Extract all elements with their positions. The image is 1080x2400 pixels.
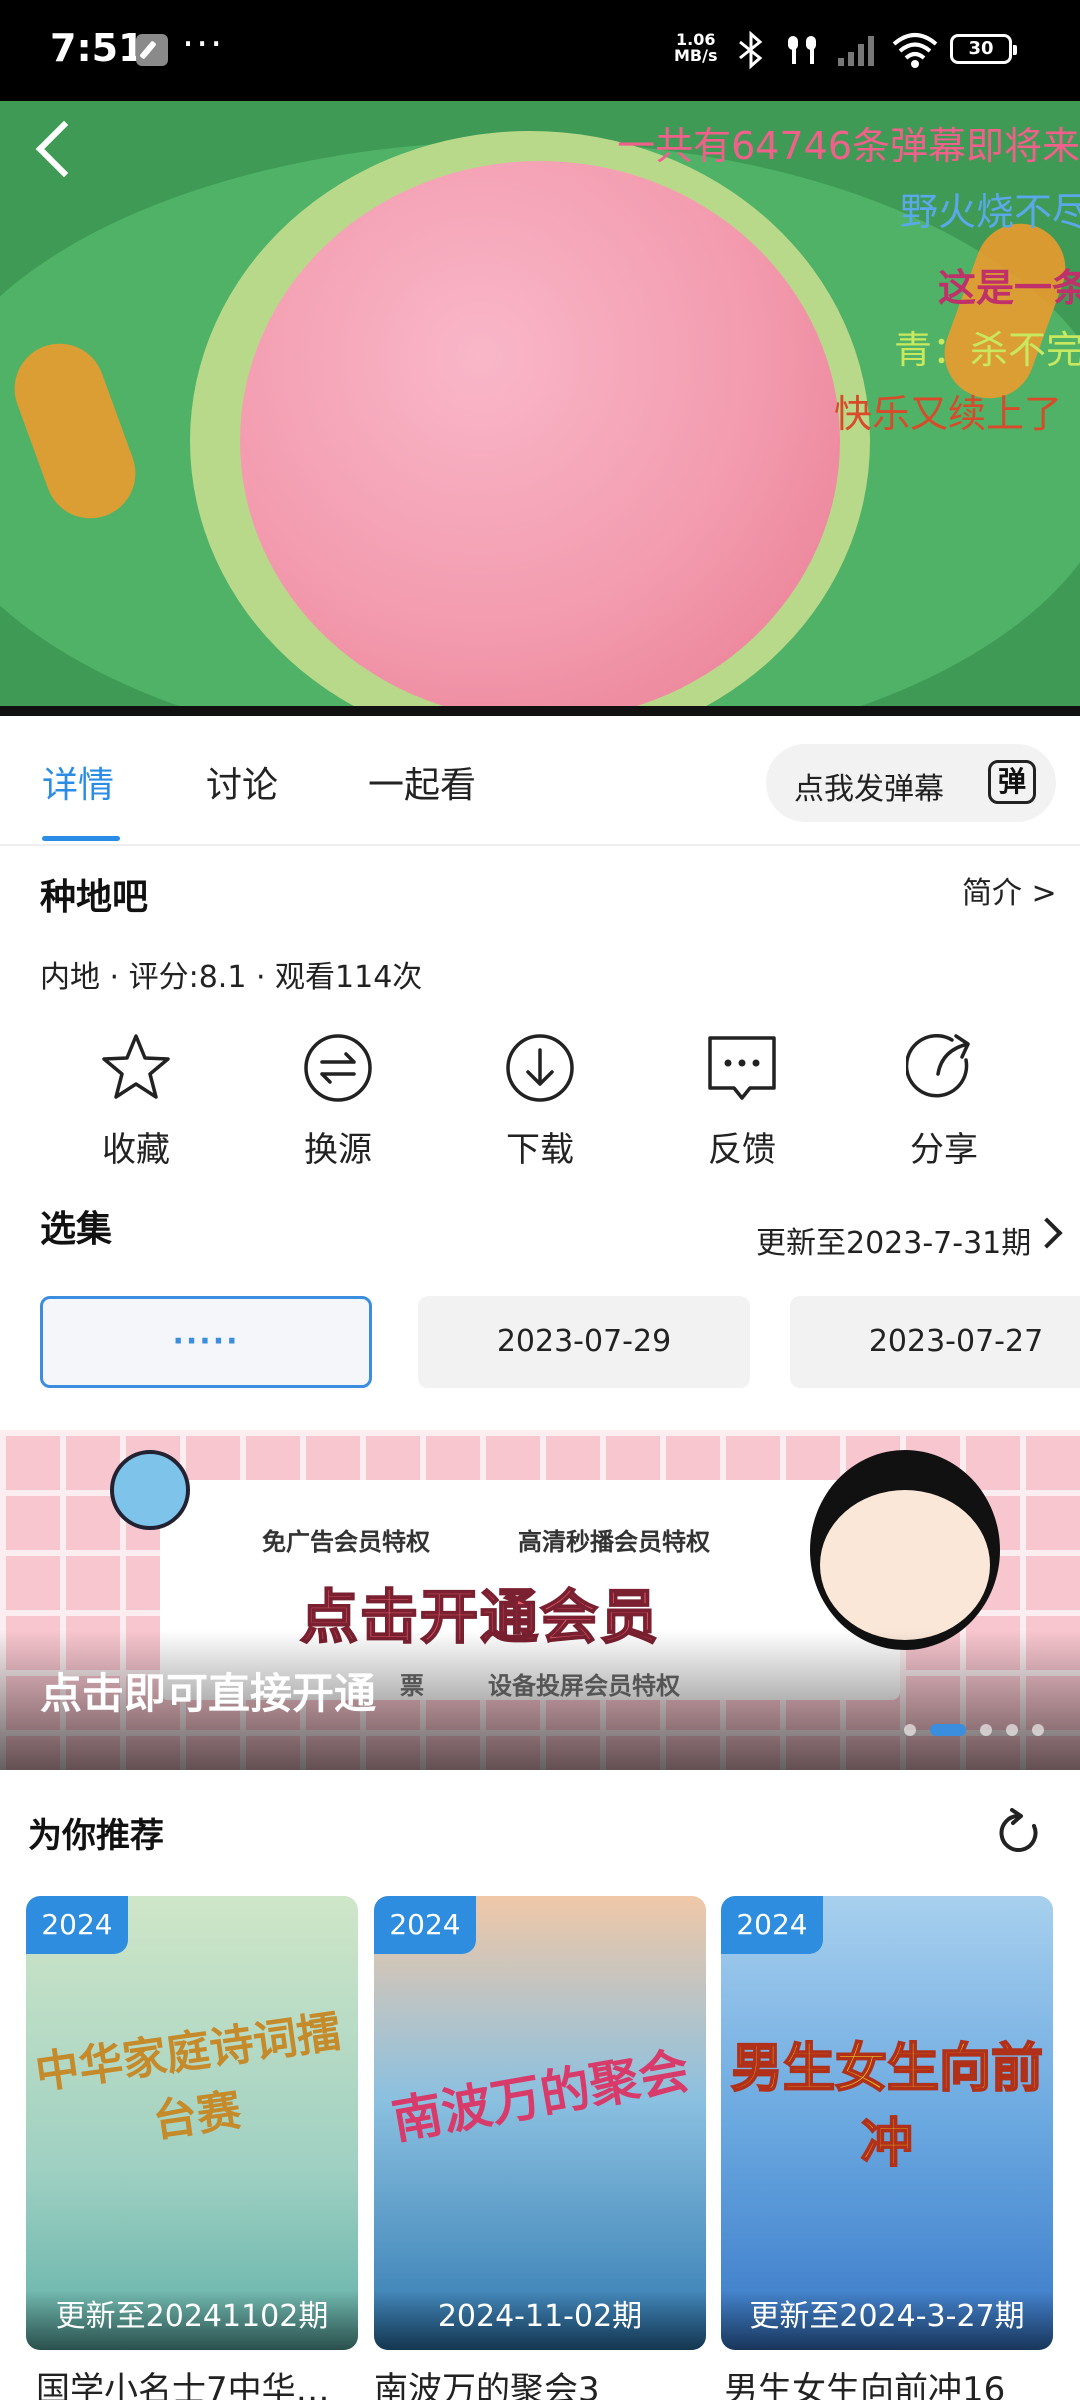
episode-item[interactable]: 2023-07-27 <box>790 1296 1080 1388</box>
poster-update: 更新至2024-3-27期 <box>721 2290 1053 2350</box>
send-danmaku-button[interactable]: 点我发弹幕 弹 <box>766 744 1056 822</box>
wrench-icon <box>136 34 168 66</box>
switch-source-button[interactable]: 换源 <box>263 1030 413 1171</box>
download-button[interactable]: 下载 <box>465 1030 615 1171</box>
switch-source-label: 换源 <box>304 1130 372 1170</box>
page-dot <box>1006 1724 1018 1736</box>
episodes-update-link[interactable]: 更新至2023-7-31期 <box>756 1218 1031 1262</box>
show-title: 种地吧 <box>40 877 149 918</box>
recommend-card-title[interactable]: 男生女生向前冲16 <box>724 2362 1056 2400</box>
share-label: 分享 <box>910 1130 978 1170</box>
battery-icon: 30 <box>950 34 1017 64</box>
tab-details[interactable]: 详情 <box>42 756 114 808</box>
network-speed-unit: MB/s <box>674 46 718 65</box>
recommend-card[interactable]: 南波万的聚会 2024 2024-11-02期 <box>374 1896 706 2350</box>
recommend-card-title[interactable]: 国学小名士7中华… <box>36 2362 368 2400</box>
vip-banner[interactable]: 免广告会员特权 高清秒播会员特权 点击开通会员 票 设备投屏会员特权 点击即可直… <box>0 1430 1080 1770</box>
earbuds-icon <box>788 36 816 64</box>
page-dot <box>1032 1724 1044 1736</box>
recommend-list: 中华家庭诗词擂台赛 2024 更新至20241102期 国学小名士7中华… 南波… <box>0 1896 1080 2400</box>
video-player[interactable]: 一共有64746条弹幕即将来 野火烧不尽 这是一条 青：杀不完 快乐又续上了 <box>0 101 1080 716</box>
detail-tab-bar: 详情 讨论 一起看 点我发弹幕 弹 <box>0 716 1080 846</box>
active-tab-indicator <box>42 836 120 841</box>
recommend-card[interactable]: 男生女生向前冲 2024 更新至2024-3-27期 <box>721 1896 1053 2350</box>
back-arrow-icon[interactable] <box>35 120 93 178</box>
year-badge: 2024 <box>721 1896 823 1954</box>
banner-chip: 高清秒播会员特权 <box>518 1528 710 1556</box>
share-icon <box>906 1034 970 1098</box>
bluetooth-icon <box>739 30 763 70</box>
status-bar: 7:51 ··· 1.06 MB/s 30 <box>0 0 1080 101</box>
danmaku-icon: 弹 <box>988 760 1036 804</box>
banner-caption: 点击即可直接开通 <box>40 1669 377 1718</box>
danmaku-line: 青：杀不完 <box>893 328 1080 372</box>
year-badge: 2024 <box>26 1896 128 1954</box>
show-meta: 内地 · 评分:8.1 · 观看114次 <box>40 960 423 995</box>
page-dot-active <box>930 1724 966 1736</box>
banner-chip: 设备投屏会员特权 <box>488 1672 680 1700</box>
intro-link[interactable]: 简介 > <box>962 868 1057 912</box>
star-icon <box>102 1034 170 1099</box>
recommend-card[interactable]: 中华家庭诗词擂台赛 2024 更新至20241102期 <box>26 1896 358 2350</box>
poster-update: 2024-11-02期 <box>374 2290 706 2350</box>
episode-item[interactable]: 2023-07-29 <box>418 1296 750 1388</box>
download-icon <box>506 1034 574 1102</box>
tab-watch-together[interactable]: 一起看 <box>368 756 476 808</box>
banner-chip: 票 <box>400 1672 424 1700</box>
video-frame <box>240 161 840 716</box>
poster-art-text: 男生女生向前冲 <box>730 2038 1044 2175</box>
feedback-icon <box>708 1036 776 1100</box>
danmaku-line: 快乐又续上了 <box>833 392 1062 436</box>
danmaku-line: 一共有64746条弹幕即将来 <box>617 124 1080 168</box>
more-notifications-icon: ··· <box>182 22 225 66</box>
network-speed: 1.06 MB/s <box>674 32 717 64</box>
feedback-label: 反馈 <box>708 1130 776 1170</box>
signal-icon <box>838 36 874 66</box>
year-badge: 2024 <box>374 1896 476 1954</box>
poster-update: 更新至20241102期 <box>26 2290 358 2350</box>
banner-chip: 免广告会员特权 <box>262 1528 430 1556</box>
share-button[interactable]: 分享 <box>869 1030 1019 1171</box>
tab-discussion[interactable]: 讨论 <box>206 756 278 808</box>
episodes-section-title: 选集 <box>40 1209 113 1250</box>
status-time: 7:51 <box>50 26 145 70</box>
feedback-button[interactable]: 反馈 <box>667 1030 817 1171</box>
refresh-icon[interactable] <box>994 1808 1044 1858</box>
page-dot <box>904 1724 916 1736</box>
danmaku-line: 野火烧不尽 <box>899 190 1080 234</box>
episode-list: ····· 2023-07-29 2023-07-27 <box>0 1296 1080 1392</box>
action-row: 收藏 换源 下载 反馈 分享 <box>0 1030 1080 1170</box>
recommend-card-title[interactable]: 南波万的聚会3 <box>374 2362 706 2400</box>
switch-source-icon <box>304 1034 372 1102</box>
page-dot <box>980 1724 992 1736</box>
download-label: 下载 <box>506 1130 574 1170</box>
danmaku-line: 这是一条 <box>937 266 1080 310</box>
episode-item[interactable]: ····· <box>40 1296 372 1388</box>
chevron-right-icon[interactable] <box>1031 1217 1063 1249</box>
recommend-title: 为你推荐 <box>28 1816 164 1856</box>
planet-illustration <box>110 1450 190 1530</box>
favorite-label: 收藏 <box>102 1130 170 1170</box>
wifi-icon <box>892 33 938 68</box>
send-danmaku-label: 点我发弹幕 <box>794 772 944 807</box>
favorite-button[interactable]: 收藏 <box>61 1030 211 1171</box>
